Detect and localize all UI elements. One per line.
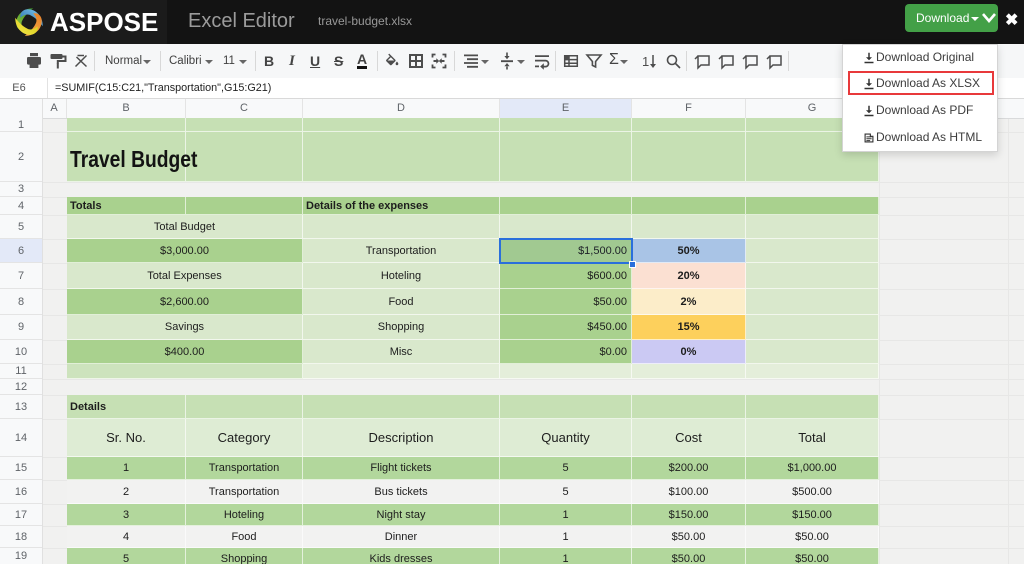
svg-text:1: 1 [642,54,649,69]
